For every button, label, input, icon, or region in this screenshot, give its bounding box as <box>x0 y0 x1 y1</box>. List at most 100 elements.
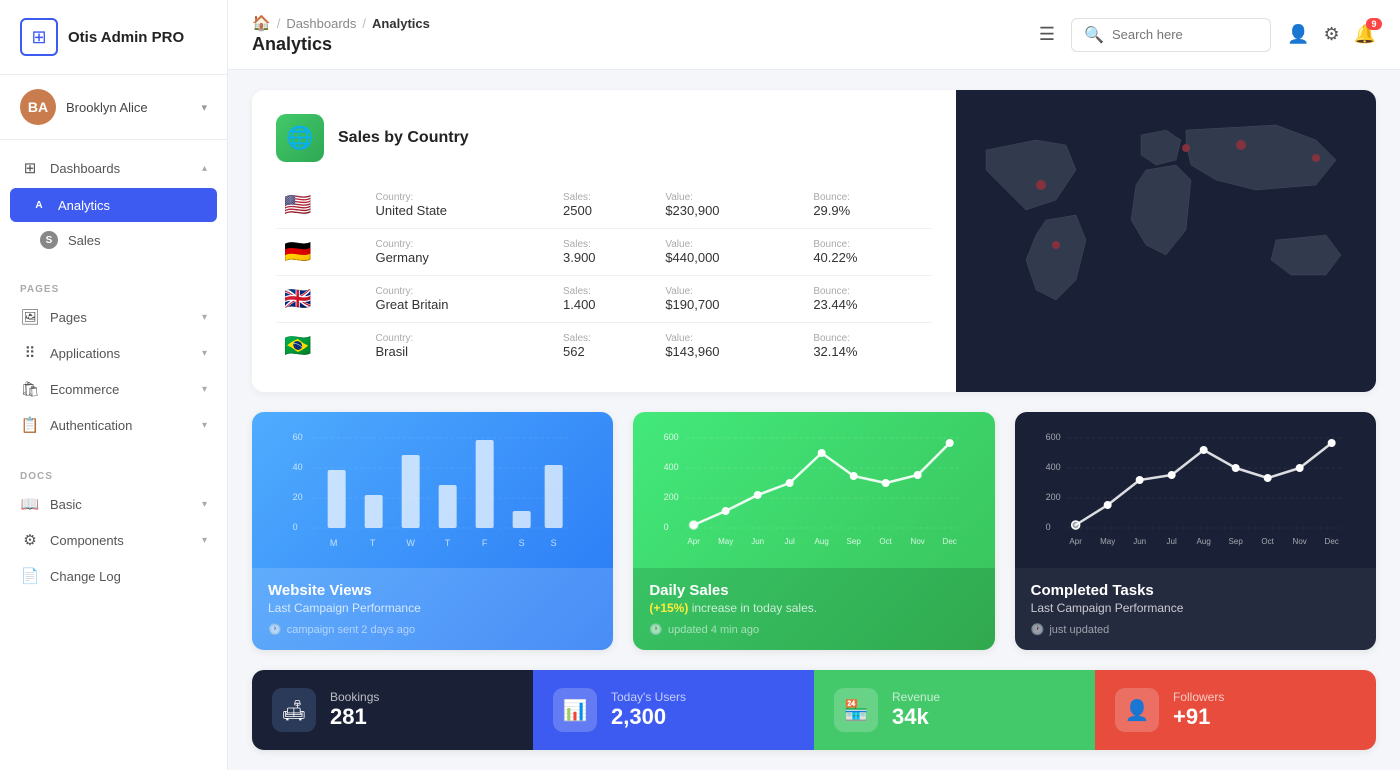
world-map-area <box>956 90 1376 392</box>
sales-card-title: Sales by Country <box>338 129 469 147</box>
website-views-chart-area: 60 40 20 0 <box>252 412 613 568</box>
sidebar-pages-label: Pages <box>50 310 192 325</box>
sales-label: Sales <box>68 233 101 248</box>
sidebar-item-label: Dashboards <box>50 161 192 176</box>
table-row: 🇩🇪 Country: Germany Sales: 3.900 Value: … <box>276 229 932 276</box>
revenue-label: Revenue <box>892 690 940 704</box>
svg-text:400: 400 <box>1045 462 1060 472</box>
bookings-icon-box: 🛋 <box>272 688 316 732</box>
svg-text:Jun: Jun <box>1133 537 1146 546</box>
svg-text:Jun: Jun <box>752 537 765 546</box>
settings-icon[interactable]: ⚙ <box>1323 24 1339 45</box>
sidebar-item-ecommerce[interactable]: 🛍 Ecommerce ▾ <box>0 371 227 407</box>
sidebar-changelog-label: Change Log <box>50 569 207 584</box>
breadcrumb-sep2: / <box>362 16 366 31</box>
users-icon-box: 📊 <box>553 688 597 732</box>
user-profile[interactable]: BA Brooklyn Alice ▾ <box>0 75 227 140</box>
svg-text:Nov: Nov <box>911 537 925 546</box>
chevron-down-icon: ▾ <box>202 499 207 510</box>
table-row: 🇧🇷 Country: Brasil Sales: 562 Value: $14… <box>276 323 932 370</box>
page-content: 🌐 Sales by Country 🇺🇸 Country: United St… <box>228 70 1400 770</box>
search-box[interactable]: 🔍 <box>1071 18 1271 52</box>
basic-icon: 📖 <box>20 495 40 513</box>
person-icon: 👤 <box>1125 698 1150 723</box>
sidebar-item-components[interactable]: ⚙ Components ▾ <box>0 522 227 558</box>
svg-text:400: 400 <box>664 462 679 472</box>
completed-tasks-chart-area: 600 400 200 0 <box>1015 412 1376 568</box>
user-icon[interactable]: 👤 <box>1287 24 1309 45</box>
svg-text:F: F <box>482 538 488 548</box>
svg-text:200: 200 <box>664 492 679 502</box>
table-row: 🇬🇧 Country: Great Britain Sales: 1.400 V… <box>276 276 932 323</box>
sidebar-item-analytics[interactable]: A Analytics <box>10 188 217 222</box>
svg-text:0: 0 <box>293 522 298 532</box>
svg-text:Oct: Oct <box>880 537 893 546</box>
svg-text:S: S <box>519 538 525 548</box>
auth-icon: 📋 <box>20 416 40 434</box>
sidebar-auth-label: Authentication <box>50 418 192 433</box>
hamburger-icon[interactable]: ☰ <box>1039 24 1055 45</box>
svg-text:Jul: Jul <box>1166 537 1176 546</box>
svg-text:Jul: Jul <box>785 537 795 546</box>
svg-text:Aug: Aug <box>815 537 829 546</box>
svg-text:S: S <box>551 538 557 548</box>
website-views-subtitle: Last Campaign Performance <box>268 601 597 615</box>
svg-text:Sep: Sep <box>1228 537 1243 546</box>
website-views-title: Website Views <box>268 582 597 599</box>
sidebar-basic-label: Basic <box>50 497 192 512</box>
followers-value: +91 <box>1173 704 1224 730</box>
daily-sales-suffix: increase in today sales. <box>692 601 817 615</box>
topbar-title-area: 🏠 / Dashboards / Analytics Analytics <box>252 14 1023 55</box>
breadcrumb-dashboards: Dashboards <box>286 16 356 31</box>
svg-text:40: 40 <box>293 462 303 472</box>
sales-sub-icon: S <box>40 231 58 249</box>
main-content: 🏠 / Dashboards / Analytics Analytics ☰ 🔍… <box>228 0 1400 770</box>
revenue-value: 34k <box>892 704 940 730</box>
nav-dashboards-section: ⊞ Dashboards ▴ A Analytics S Sales <box>0 140 227 266</box>
ecommerce-icon: 🛍 <box>20 380 40 398</box>
svg-text:M: M <box>330 538 338 548</box>
sales-table-area: 🌐 Sales by Country 🇺🇸 Country: United St… <box>252 90 956 392</box>
svg-text:0: 0 <box>1045 522 1050 532</box>
svg-text:May: May <box>718 537 733 546</box>
completed-tasks-subtitle: Last Campaign Performance <box>1031 601 1360 615</box>
bookings-label: Bookings <box>330 690 379 704</box>
website-views-card: 60 40 20 0 <box>252 412 613 650</box>
sidebar-item-pages[interactable]: 🖼 Pages ▾ <box>0 299 227 335</box>
chevron-down-icon: ▾ <box>202 384 207 395</box>
revenue-text: Revenue 34k <box>892 690 940 730</box>
search-icon: 🔍 <box>1084 25 1104 45</box>
svg-text:Apr: Apr <box>688 537 701 546</box>
page-title: Analytics <box>252 34 1023 55</box>
today-users-value: 2,300 <box>611 704 686 730</box>
stat-followers: 👤 Followers +91 <box>1095 670 1376 750</box>
chart-icon: 📊 <box>563 698 588 723</box>
svg-text:200: 200 <box>1045 492 1060 502</box>
chevron-down-icon: ▾ <box>201 101 207 114</box>
notifications-icon[interactable]: 🔔 9 <box>1354 24 1376 45</box>
sidebar-item-authentication[interactable]: 📋 Authentication ▾ <box>0 407 227 443</box>
breadcrumb-current: Analytics <box>372 16 430 31</box>
sidebar-item-changelog[interactable]: 📄 Change Log <box>0 558 227 594</box>
svg-text:60: 60 <box>293 432 303 442</box>
search-input[interactable] <box>1112 27 1242 42</box>
daily-sales-highlight: (+15%) <box>649 601 688 615</box>
notification-badge: 9 <box>1366 18 1382 30</box>
svg-text:Sep: Sep <box>847 537 862 546</box>
sidebar-item-basic[interactable]: 📖 Basic ▾ <box>0 486 227 522</box>
svg-text:Oct: Oct <box>1261 537 1274 546</box>
sidebar-item-dashboards[interactable]: ⊞ Dashboards ▴ <box>0 150 227 186</box>
completed-tasks-info: Completed Tasks Last Campaign Performanc… <box>1015 568 1376 650</box>
svg-text:T: T <box>445 538 451 548</box>
svg-text:Dec: Dec <box>1324 537 1338 546</box>
breadcrumb: 🏠 / Dashboards / Analytics <box>252 14 1023 32</box>
sidebar-item-sales[interactable]: S Sales <box>0 224 227 256</box>
completed-tasks-title: Completed Tasks <box>1031 582 1360 599</box>
globe-icon: 🌐 <box>276 114 324 162</box>
pages-icon: 🖼 <box>20 308 40 326</box>
card-header: 🌐 Sales by Country <box>276 114 932 162</box>
sidebar-item-applications[interactable]: ⠿ Applications ▾ <box>0 335 227 371</box>
chevron-up-icon: ▴ <box>202 163 207 174</box>
user-name: Brooklyn Alice <box>66 100 191 115</box>
followers-icon-box: 👤 <box>1115 688 1159 732</box>
